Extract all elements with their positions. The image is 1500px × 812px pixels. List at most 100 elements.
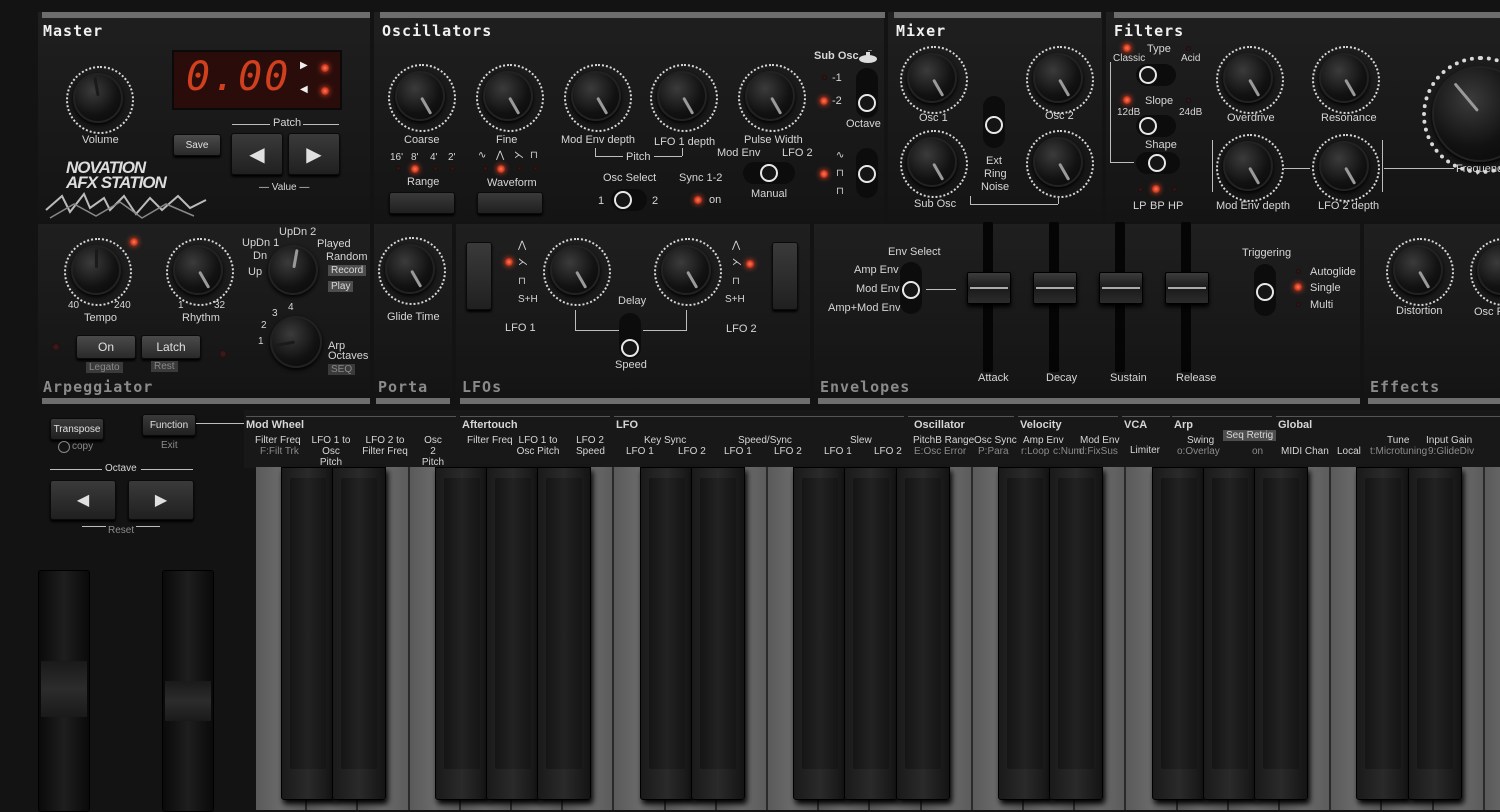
release-fader[interactable] <box>1165 272 1209 304</box>
sustain-fader[interactable] <box>1099 272 1143 304</box>
waveform-button[interactable] <box>477 192 543 214</box>
function-button[interactable]: Function <box>142 414 196 436</box>
black-key[interactable] <box>486 467 540 800</box>
env-select-label: Env Select <box>888 246 941 258</box>
overdrive-knob[interactable] <box>1223 53 1273 103</box>
osc-select-switch[interactable] <box>611 189 647 211</box>
glide-time-knob[interactable] <box>385 244 435 294</box>
distortion-knob[interactable] <box>1393 245 1443 295</box>
volume-knob[interactable] <box>73 73 123 123</box>
black-key[interactable] <box>332 467 387 800</box>
lfo1-depth-knob[interactable] <box>657 71 707 121</box>
mix-osc1-knob[interactable] <box>907 53 957 103</box>
filter-mod-env-depth-knob[interactable] <box>1223 141 1273 191</box>
black-key[interactable] <box>690 467 745 800</box>
env-select-switch[interactable] <box>900 262 922 314</box>
octave-down-button[interactable]: ◀ <box>50 480 116 520</box>
black-key[interactable] <box>998 467 1052 800</box>
black-key[interactable] <box>793 467 848 800</box>
arp-mode-play[interactable]: Play <box>328 281 354 292</box>
sub-wave-switch[interactable] <box>856 148 878 198</box>
arp-latch-button[interactable]: Latch <box>141 335 201 359</box>
lfo2-speed-knob[interactable] <box>661 245 711 295</box>
arp-oct-3: 3 <box>272 308 278 319</box>
triggering-switch[interactable] <box>1254 264 1276 316</box>
coarse-knob[interactable] <box>395 71 445 121</box>
lfo2-wave-button[interactable] <box>772 242 798 310</box>
mix-ext-knob[interactable] <box>1033 137 1083 187</box>
tempo-knob[interactable] <box>71 245 121 295</box>
pw-lfo2-label: LFO 2 <box>782 147 813 159</box>
strip-lfo1-osc-pitch: LFO 1 to Osc Pitch <box>311 435 351 468</box>
resonance-label: Resonance <box>1321 112 1377 124</box>
filter-slope-switch[interactable] <box>1136 115 1176 137</box>
osc-mod-env-depth-knob[interactable] <box>571 71 621 121</box>
patch-next-button[interactable]: ▶ <box>288 133 340 175</box>
octave-up-icon: ▶ <box>154 492 168 509</box>
lfo1-wave-button[interactable] <box>466 242 492 310</box>
filter-shape-label: Shape <box>1145 139 1177 151</box>
mod-wheel[interactable] <box>162 570 214 812</box>
black-key[interactable] <box>1356 467 1411 800</box>
sustain-label: Sustain <box>1110 372 1147 384</box>
attack-fader[interactable] <box>967 272 1011 304</box>
range-led-8 <box>411 165 419 173</box>
range-opt-4: 4' <box>430 152 438 163</box>
lfo1-speed-knob[interactable] <box>550 245 600 295</box>
filter-lfo2-depth-knob[interactable] <box>1319 141 1369 191</box>
arp-on-button[interactable]: On <box>76 335 136 359</box>
pitch-wheel[interactable] <box>38 570 90 812</box>
lfo-speed-switch[interactable] <box>619 313 641 359</box>
release-label: Release <box>1176 372 1217 384</box>
arp-mode-knob[interactable] <box>268 245 318 295</box>
decay-fader[interactable] <box>1033 272 1077 304</box>
octave-up-button[interactable]: ▶ <box>128 480 194 520</box>
black-key[interactable] <box>895 467 950 800</box>
sync-led[interactable] <box>694 196 702 204</box>
black-key[interactable] <box>1202 467 1257 800</box>
black-key[interactable] <box>1049 467 1104 800</box>
save-button[interactable]: Save <box>173 134 221 156</box>
black-key[interactable] <box>1407 467 1462 800</box>
arp-bar <box>42 398 370 404</box>
black-key[interactable] <box>639 467 694 800</box>
pw-manual-label: Manual <box>751 188 788 200</box>
lfo-delay-bracket-r <box>686 310 687 330</box>
mix-ext-switch[interactable] <box>983 96 1005 148</box>
osc-select-1: 1 <box>598 195 605 207</box>
black-key[interactable] <box>1151 467 1206 800</box>
lfo1-label: LFO 1 <box>505 322 536 334</box>
range-button[interactable] <box>389 192 455 214</box>
arp-octaves-knob[interactable] <box>270 316 322 368</box>
osc-select-2: 2 <box>652 195 659 207</box>
fine-knob[interactable] <box>483 71 533 121</box>
black-key[interactable] <box>537 467 592 800</box>
black-key[interactable] <box>281 467 336 800</box>
arp-rest-badge: Rest <box>151 361 178 372</box>
pw-source-switch[interactable] <box>743 162 795 184</box>
filter-acid-led <box>1186 46 1191 51</box>
filter-shape-switch[interactable] <box>1136 152 1180 174</box>
white-key[interactable] <box>1484 467 1500 810</box>
resonance-knob[interactable] <box>1319 53 1369 103</box>
mix-osc2-knob[interactable] <box>1033 53 1083 103</box>
strip-o-overlay: o:Overlay <box>1177 446 1220 457</box>
arp-mode-up: Up <box>248 266 263 278</box>
env-select-link <box>926 289 956 290</box>
filter-type-switch[interactable] <box>1136 64 1176 86</box>
black-key[interactable] <box>1254 467 1308 800</box>
sub-octave-switch[interactable] <box>856 68 878 118</box>
rhythm-knob[interactable] <box>173 245 223 295</box>
strip-filt-trk: F:Filt Trk <box>260 446 299 457</box>
pulse-width-knob[interactable] <box>745 71 795 121</box>
black-key[interactable] <box>844 467 899 800</box>
transpose-button[interactable]: Transpose <box>50 418 104 440</box>
patch-prev-button[interactable]: ◀ <box>231 133 283 175</box>
strip-at-lfo1-osc: LFO 1 to Osc Pitch <box>516 435 560 457</box>
triggering-label: Triggering <box>1242 247 1292 259</box>
arp-mode-record[interactable]: Record <box>328 265 367 276</box>
black-key[interactable] <box>434 467 489 800</box>
lfo1-sh-label: S+H <box>518 294 538 305</box>
mix-sub-osc-knob[interactable] <box>907 137 957 187</box>
strip-ss-lfo1: LFO 1 <box>724 446 752 457</box>
